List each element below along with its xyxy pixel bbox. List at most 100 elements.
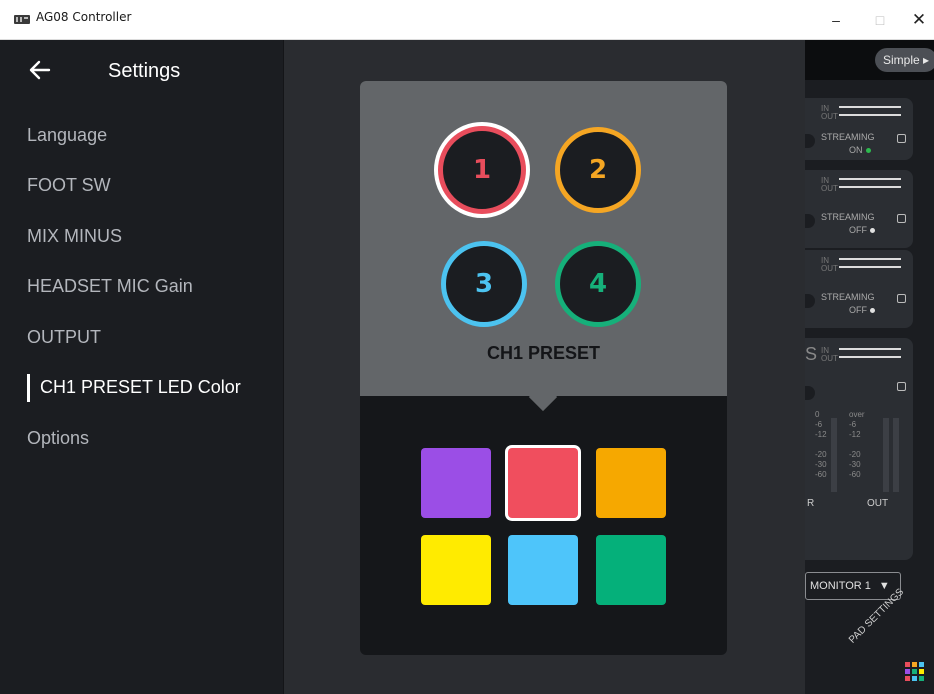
out-label: OUT [821, 112, 838, 121]
streaming-label: STREAMING [821, 212, 875, 222]
streaming-state-text: ON [849, 145, 863, 155]
back-arrow-icon[interactable] [28, 58, 52, 82]
preset-label: CH1 PRESET [486, 343, 601, 363]
out-label: OUT [821, 354, 838, 363]
menu-item-foot-sw[interactable]: FOOT SW [0, 161, 284, 212]
meter-bar-right-2 [893, 418, 899, 492]
toggle-switch[interactable] [805, 134, 815, 148]
menu-item-label: Language [27, 124, 108, 145]
settings-panel: Settings Language FOOT SW MIX MINUS HEADSET… [0, 40, 284, 694]
scale-tick: -12 [849, 430, 861, 439]
meter-scale-right: over -6 -12 -20 -30 -60 [849, 410, 865, 480]
app-mixer-icon [14, 15, 30, 24]
streaming-state-text: OFF [849, 305, 867, 315]
meter-bar-right [883, 418, 889, 492]
streaming-state: OFF [849, 305, 875, 315]
scale-tick: -6 [815, 420, 823, 429]
open-external-icon[interactable] [897, 382, 906, 391]
preset-3-button[interactable]: 3 [436, 236, 532, 332]
menu-item-label: HEADSET MIC Gain [27, 276, 193, 297]
scale-tick: -20 [849, 450, 861, 459]
channel-strip-1: IN OUT STREAMING ON [805, 98, 913, 160]
level-meter-out [839, 266, 901, 268]
scale-tick [815, 440, 827, 450]
active-indicator [27, 373, 30, 402]
preset-4-button[interactable]: 4 [550, 236, 646, 332]
menu-item-headset-mic-gain[interactable]: HEADSET MIC Gain [0, 262, 284, 313]
color-swatch-yellow[interactable] [421, 535, 491, 605]
streaming-state: ON [849, 145, 871, 155]
window-title: AG08 Controller [36, 10, 132, 24]
preset-number: 1 [438, 126, 526, 214]
level-meter-in [839, 178, 901, 180]
scale-tick: -20 [815, 450, 827, 459]
scale-tick: -60 [815, 470, 827, 479]
minimize-button[interactable]: – [814, 0, 858, 40]
level-meter-in [839, 106, 901, 108]
menu-item-label: MIX MINUS [27, 225, 123, 246]
close-button[interactable]: ✕ [897, 0, 934, 40]
preset-number: 3 [441, 241, 527, 327]
streaming-label: STREAMING [821, 132, 875, 142]
menu-item-output[interactable]: OUTPUT [0, 312, 284, 363]
level-meter-in [839, 258, 901, 260]
pad-grid-cell [905, 662, 910, 667]
scale-tick: -30 [849, 460, 861, 469]
maximize-button[interactable]: □ [858, 0, 902, 40]
menu-item-options[interactable]: Options [0, 413, 284, 464]
title-bar: AG08 Controller – □ ✕ [0, 0, 934, 40]
color-swatch-green[interactable] [596, 535, 666, 605]
streaming-label: STREAMING [821, 292, 875, 302]
preset-number: 2 [555, 127, 641, 213]
menu-item-language[interactable]: Language [0, 110, 284, 161]
pad-grid-cell [905, 676, 910, 681]
menu-item-label: Options [27, 427, 90, 448]
pad-grid-cell [912, 669, 917, 674]
color-swatch-orange[interactable] [596, 448, 666, 518]
pad-grid-icon[interactable] [905, 662, 927, 684]
status-dot [865, 148, 871, 154]
preset-selector: 1234 CH1 PRESET [360, 81, 727, 396]
scale-tick: 0 [815, 410, 820, 419]
meter-bar-left [831, 418, 837, 492]
menu-item-label: CH1 PRESET LED Color [40, 377, 241, 398]
pad-grid-cell [912, 662, 917, 667]
mix-strip: S IN OUT 0 -6 -12 -20 -30 -60 over -6 -1… [805, 338, 913, 560]
settings-title: Settings [108, 60, 181, 82]
pad-grid-cell [919, 662, 924, 667]
color-swatch-light-blue[interactable] [508, 535, 578, 605]
scale-tick: -30 [815, 460, 827, 469]
monitor-select[interactable]: MONITOR 1 ▼ [805, 572, 901, 600]
pad-grid-cell [905, 669, 910, 674]
monitor-select-value: MONITOR 1 [810, 580, 871, 592]
out-label: OUT [821, 264, 838, 273]
toggle-switch[interactable] [805, 386, 815, 400]
color-swatch-red[interactable] [508, 448, 578, 518]
preset-2-button[interactable]: 2 [550, 122, 646, 218]
open-external-icon[interactable] [897, 214, 906, 223]
scale-tick [849, 440, 865, 450]
pad-grid-cell [912, 676, 917, 681]
mix-strip-label: S [805, 344, 818, 364]
channel-strip-2: IN OUT STREAMING OFF [805, 170, 913, 248]
app-window: AG08 Controller – □ ✕ Settings Language F… [0, 0, 934, 694]
level-meter-in [839, 348, 901, 350]
status-dot [870, 228, 875, 234]
menu-item-ch1-preset-led-color[interactable]: CH1 PRESET LED Color [0, 363, 284, 414]
meter-scale-left: 0 -6 -12 -20 -30 -60 [815, 410, 827, 480]
color-swatch-purple[interactable] [421, 448, 491, 518]
open-external-icon[interactable] [897, 134, 906, 143]
scale-tick: over [849, 410, 865, 419]
scale-tick: -6 [849, 420, 857, 429]
menu-item-mix-minus[interactable]: MIX MINUS [0, 211, 284, 262]
scale-tick: -60 [849, 470, 861, 479]
preset-1-button[interactable]: 1 [434, 122, 530, 218]
open-external-icon[interactable] [897, 294, 906, 303]
toggle-switch[interactable] [805, 214, 815, 228]
level-meter-out [839, 114, 901, 116]
streaming-state-text: OFF [849, 225, 867, 235]
level-meter-out [839, 186, 901, 188]
preset-color-popup: 1234 CH1 PRESET [360, 81, 727, 655]
toggle-switch[interactable] [805, 294, 815, 308]
simple-mode-button[interactable]: Simple ▸ [875, 48, 934, 72]
